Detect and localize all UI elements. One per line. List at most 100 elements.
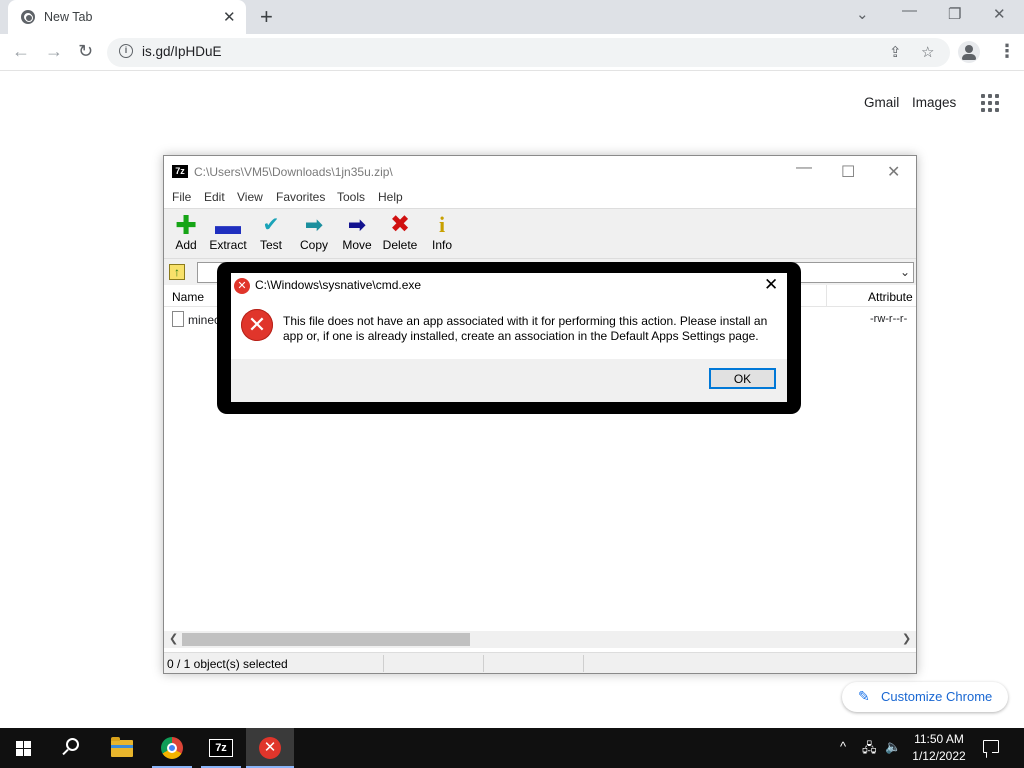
error-title-icon: ✕ [234, 278, 250, 294]
sevenzip-window: 7z C:\Users\VM5\Downloads\1jn35u.zip\ — … [163, 155, 917, 674]
info-label: Info [431, 238, 452, 252]
scroll-right-icon[interactable]: ❯ [902, 632, 911, 645]
bookmark-star-icon[interactable]: ☆ [921, 43, 934, 61]
tab-new-tab[interactable]: New Tab ✕ [8, 0, 246, 34]
taskbar-7zip[interactable]: 7z [197, 728, 245, 768]
tab-strip: New Tab ✕ + ⌄ — ❐ ✕ [0, 0, 1024, 34]
customize-chrome-label: Customize Chrome [881, 689, 993, 704]
show-hidden-icons-chevron[interactable]: ^ [840, 739, 846, 754]
delete-label: Delete [382, 238, 418, 252]
status-divider [483, 655, 484, 672]
extract-label: Extract [209, 238, 247, 252]
gmail-link[interactable]: Gmail [864, 95, 899, 110]
column-attributes[interactable]: Attribute [868, 290, 913, 304]
dialog-close-icon[interactable]: ✕ [764, 275, 778, 295]
horizontal-scrollbar[interactable]: ❮ ❯ [164, 631, 916, 648]
forward-button[interactable]: → [45, 41, 63, 62]
sevenzip-minimize-button[interactable]: — [796, 159, 812, 177]
restore-button[interactable]: ❐ [948, 5, 961, 23]
folder-icon [111, 737, 133, 757]
taskbar-error-dialog[interactable]: ✕ [246, 728, 294, 768]
extract-button[interactable]: ▬ Extract [206, 210, 250, 252]
minimize-button[interactable]: — [902, 2, 917, 19]
file-name: minec [188, 313, 221, 327]
chrome-menu-icon[interactable]: ⋮ [998, 41, 1016, 62]
close-tab-icon[interactable]: ✕ [223, 8, 236, 26]
dialog-message: This file does not have an app associate… [283, 314, 768, 343]
chevron-down-icon[interactable]: ⌄ [900, 265, 910, 279]
google-apps-icon[interactable] [981, 94, 999, 112]
tab-title: New Tab [44, 10, 93, 24]
site-info-icon[interactable]: i [119, 44, 133, 58]
clock-date: 1/12/2022 [912, 749, 966, 763]
sevenzip-statusbar: 0 / 1 object(s) selected [164, 652, 916, 673]
add-label: Add [175, 238, 197, 252]
volume-muted-icon[interactable]: 🔈 [885, 739, 901, 755]
sevenzip-icon: 7z [209, 739, 233, 757]
scroll-left-icon[interactable]: ❮ [169, 632, 178, 645]
ok-button[interactable]: OK [709, 368, 776, 389]
pencil-icon: ✎ [858, 688, 870, 704]
customize-chrome-button[interactable]: ✎ Customize Chrome [842, 682, 1008, 712]
dialog-title: C:\Windows\sysnative\cmd.exe [255, 278, 422, 292]
close-window-button[interactable]: ✕ [993, 5, 1006, 23]
test-button[interactable]: ✔ Test [249, 213, 293, 252]
network-icon[interactable]: 🖧 [862, 739, 877, 761]
column-name[interactable]: Name [172, 290, 204, 304]
status-divider [583, 655, 584, 672]
notification-center-icon[interactable] [983, 740, 999, 753]
sevenzip-close-button[interactable]: ✕ [887, 162, 900, 182]
delete-button[interactable]: ✖ Delete [378, 211, 422, 253]
move-arrow-icon: ➡ [347, 212, 367, 237]
selection-status: 0 / 1 object(s) selected [167, 657, 288, 671]
reload-button[interactable]: ↻ [78, 41, 93, 62]
taskbar-chrome[interactable] [148, 728, 196, 768]
add-button[interactable]: ✚ Add [164, 212, 208, 252]
menu-help[interactable]: Help [378, 190, 403, 204]
address-url[interactable]: is.gd/IpHDuE [142, 44, 222, 59]
copy-button[interactable]: ➡ Copy [292, 212, 336, 253]
menu-file[interactable]: File [172, 190, 191, 204]
browser-toolbar: ← → ↻ i is.gd/IpHDuE ⇪ ☆ ⋮ [0, 34, 1024, 71]
chrome-favicon-icon [21, 10, 35, 24]
new-tab-button[interactable]: + [260, 4, 273, 30]
tab-search-icon[interactable]: ⌄ [856, 5, 869, 23]
menu-view[interactable]: View [237, 190, 263, 204]
menu-edit[interactable]: Edit [204, 190, 225, 204]
minus-icon: ▬ [215, 210, 241, 240]
folder-up-icon[interactable]: ↑ [169, 264, 185, 280]
info-icon: i [438, 212, 446, 237]
error-icon: ✕ [259, 737, 281, 759]
taskbar-file-explorer[interactable] [98, 728, 146, 768]
menu-tools[interactable]: Tools [337, 190, 365, 204]
column-separator [826, 285, 827, 307]
search-button[interactable] [48, 728, 96, 768]
menu-favorites[interactable]: Favorites [276, 190, 325, 204]
start-button[interactable] [0, 728, 48, 768]
move-button[interactable]: ➡ Move [335, 212, 379, 253]
back-button[interactable]: ← [12, 41, 30, 62]
error-dialog: ✕ C:\Windows\sysnative\cmd.exe ✕ ✕ This … [231, 273, 787, 402]
sevenzip-maximize-button[interactable]: ☐ [841, 162, 855, 182]
scrollbar-thumb[interactable] [182, 633, 470, 646]
dialog-content-area: ✕ C:\Windows\sysnative\cmd.exe ✕ ✕ This … [231, 273, 787, 359]
profile-avatar-icon[interactable] [958, 41, 980, 63]
file-icon [172, 311, 184, 327]
test-label: Test [259, 238, 282, 252]
copy-arrow-icon: ➡ [304, 212, 324, 237]
move-label: Move [342, 238, 372, 252]
error-icon: ✕ [241, 309, 273, 341]
info-button[interactable]: i Info [420, 212, 464, 253]
images-link[interactable]: Images [912, 95, 956, 110]
clock-time: 11:50 AM [914, 732, 964, 746]
search-icon [66, 738, 79, 751]
taskbar-clock[interactable]: 11:50 AM 1/12/2022 [906, 731, 972, 765]
windows-logo-icon [16, 741, 32, 757]
x-icon: ✖ [389, 211, 411, 238]
sevenzip-toolbar: ✚ Add ▬ Extract ✔ Test ➡ Copy ➡ Move ✖ D… [164, 208, 916, 259]
share-icon[interactable]: ⇪ [889, 43, 902, 61]
sevenzip-titlebar: 7z C:\Users\VM5\Downloads\1jn35u.zip\ — … [164, 156, 916, 187]
address-bar[interactable]: i is.gd/IpHDuE ⇪ ☆ [107, 38, 950, 67]
sevenzip-app-icon: 7z [172, 165, 188, 178]
sevenzip-window-title: C:\Users\VM5\Downloads\1jn35u.zip\ [194, 165, 393, 179]
